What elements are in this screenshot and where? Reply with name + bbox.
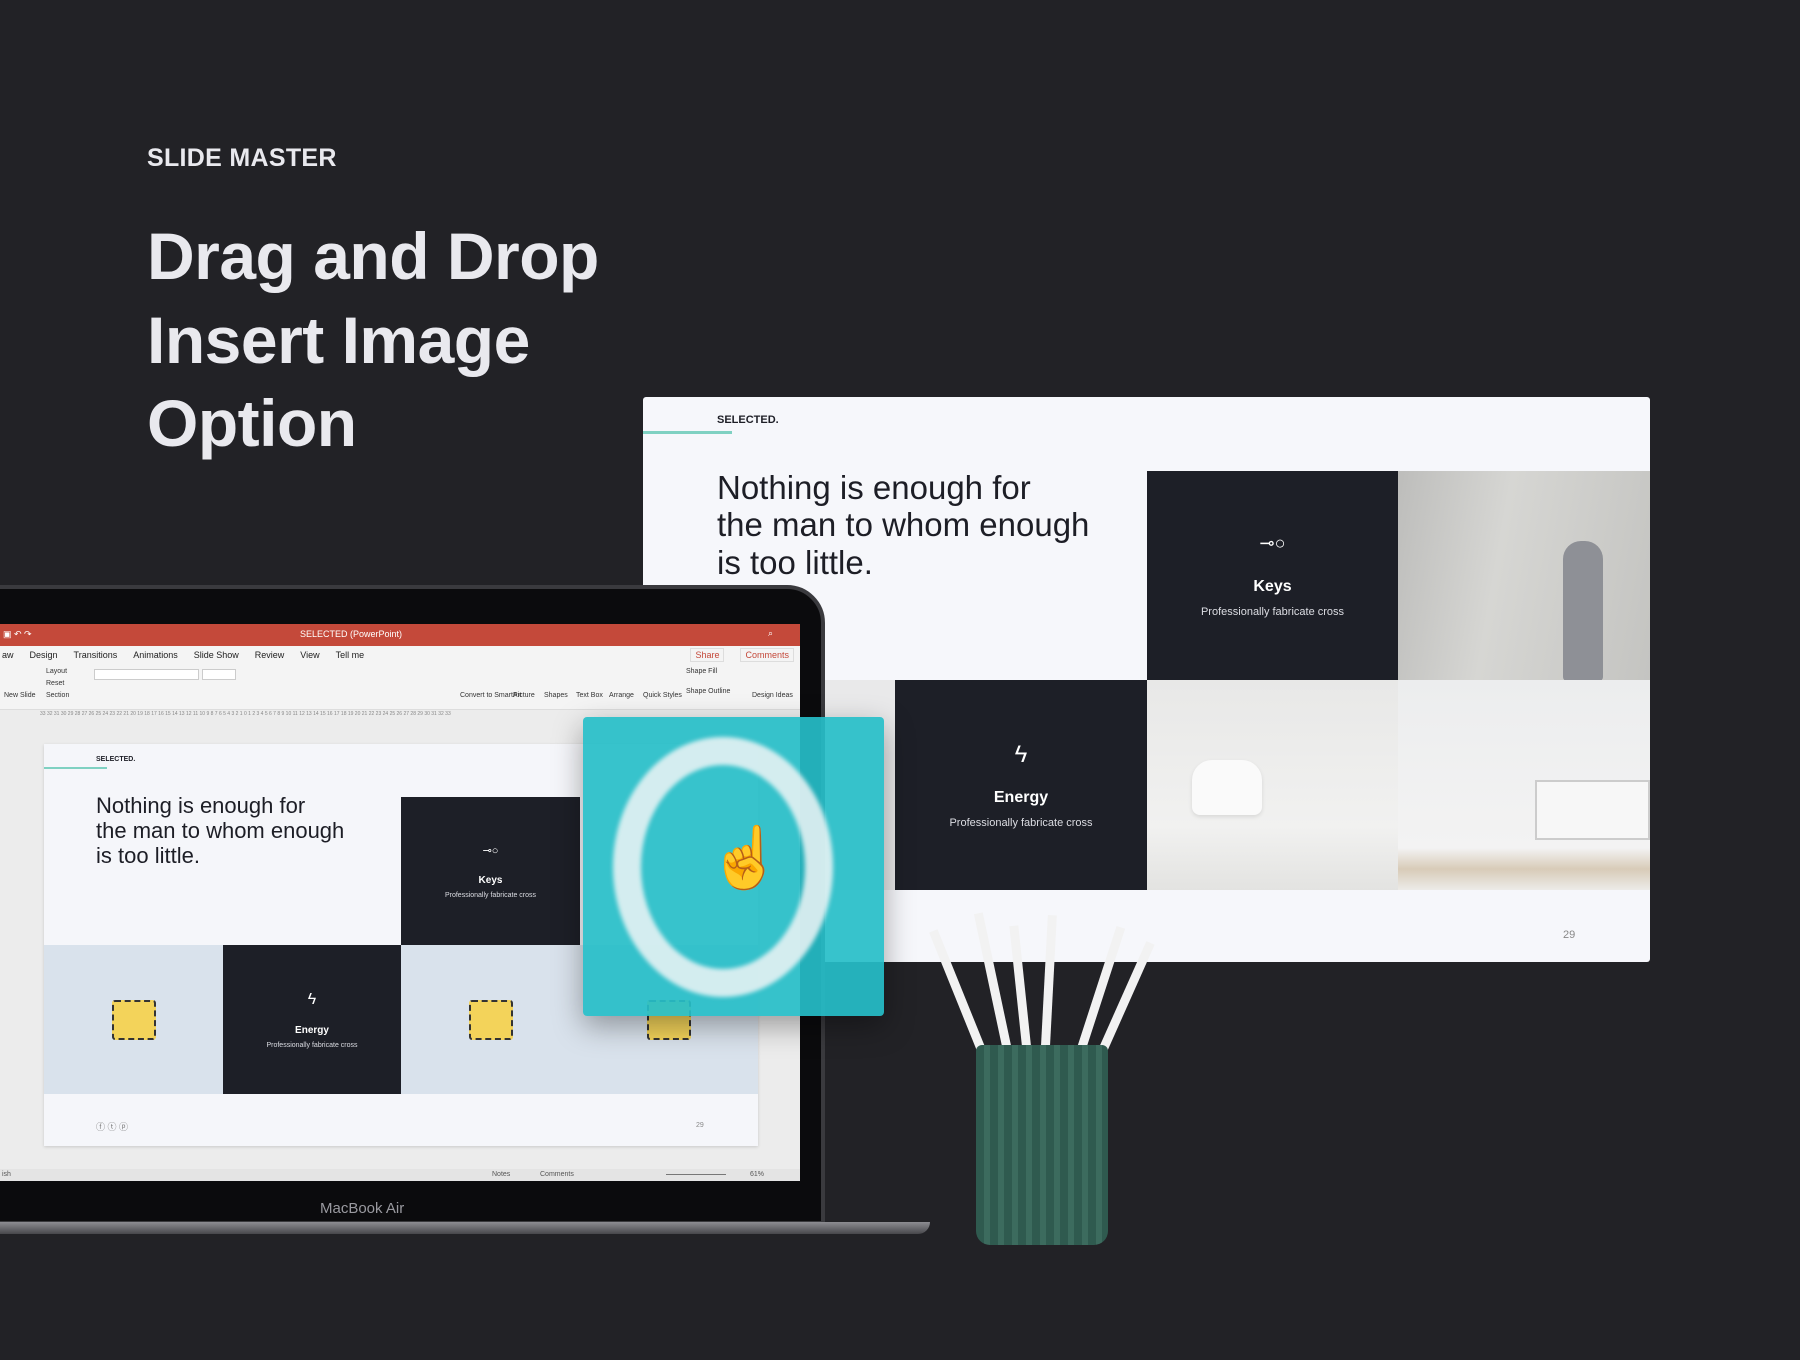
design-ideas-button[interactable]: Design Ideas xyxy=(752,692,793,699)
tab-transitions[interactable]: Transitions xyxy=(74,650,118,660)
pencil-cup xyxy=(976,1045,1108,1245)
hand-pointer-icon: ☝ xyxy=(708,824,783,891)
card-subtitle: Professionally fabricate cross xyxy=(949,817,1093,829)
search-icon[interactable]: ⌕ xyxy=(768,628,773,639)
photo-chair xyxy=(1147,680,1398,890)
photo-woman xyxy=(1398,471,1650,681)
notes-button[interactable]: Notes xyxy=(492,1171,510,1178)
save-icon[interactable]: ▣ ↶ ↷ xyxy=(3,629,32,640)
ribbon-tabs: aw Design Transitions Animations Slide S… xyxy=(0,646,800,664)
photo-shelf xyxy=(1398,680,1650,890)
status-bar: ish Notes Comments 61% xyxy=(0,1169,800,1181)
slide-tag: SELECTED. xyxy=(96,756,136,763)
tab-draw[interactable]: aw xyxy=(2,650,14,660)
quote-line: is too little. xyxy=(96,842,200,868)
window-title: SELECTED (PowerPoint) xyxy=(300,629,403,639)
section-button[interactable]: Section xyxy=(46,692,69,699)
font-select[interactable] xyxy=(94,669,199,680)
headline-line-2: Insert Image xyxy=(147,303,530,377)
headline-line-3: Option xyxy=(147,386,357,460)
card-subtitle: Professionally fabricate cross xyxy=(1200,606,1345,618)
card-energy: ϟ Energy Professionally fabricate cross xyxy=(895,680,1147,890)
slide-quote: Nothing is enough for the man to whom en… xyxy=(717,469,1089,581)
social-icons: ⓕ ⓣ ⓟ xyxy=(96,1122,129,1132)
image-placeholder-icon xyxy=(111,999,156,1040)
language-status: ish xyxy=(2,1171,11,1178)
quote-line: is too little. xyxy=(717,543,873,581)
shapes-button[interactable]: Shapes xyxy=(544,692,568,699)
title-bar: ▣ ↶ ↷ SELECTED (PowerPoint) ⌕ xyxy=(0,624,800,646)
card-title: Energy xyxy=(295,1024,329,1036)
lightning-icon: ϟ xyxy=(1014,741,1028,768)
zoom-slider[interactable] xyxy=(666,1174,726,1175)
card-subtitle: Professionally fabricate cross xyxy=(444,891,537,899)
card-title: Keys xyxy=(478,874,503,886)
page-number: 29 xyxy=(696,1122,704,1129)
image-placeholder-icon xyxy=(468,999,513,1040)
picture-button[interactable]: Picture xyxy=(513,692,535,699)
key-icon: ⊸○ xyxy=(482,844,499,857)
reset-button[interactable]: Reset xyxy=(46,680,64,687)
quote-line: Nothing is enough for xyxy=(717,469,1031,506)
quick-styles-button[interactable]: Quick Styles xyxy=(643,692,682,699)
shape-outline-button[interactable]: Shape Outline xyxy=(686,688,730,695)
image-placeholder[interactable] xyxy=(44,945,223,1094)
card-keys: ⊸○ Keys Professionally fabricate cross xyxy=(401,797,580,945)
new-slide-button[interactable]: New Slide xyxy=(4,692,36,699)
share-button[interactable]: Share xyxy=(690,648,725,662)
accent-bar xyxy=(44,767,107,769)
comments-button[interactable]: Comments xyxy=(740,648,794,662)
tab-view[interactable]: View xyxy=(300,650,319,660)
card-subtitle: Professionally fabricate cross xyxy=(266,1041,358,1049)
accent-bar xyxy=(643,431,732,434)
comments-status-button[interactable]: Comments xyxy=(540,1171,574,1178)
card-title: Keys xyxy=(1253,578,1292,595)
card-keys: ⊸○ Keys Professionally fabricate cross xyxy=(1147,471,1398,680)
layout-button[interactable]: Layout xyxy=(46,668,67,675)
quote-line: the man to whom enough xyxy=(717,506,1090,544)
lightning-icon: ϟ xyxy=(307,990,317,1008)
tab-slide-show[interactable]: Slide Show xyxy=(194,650,239,660)
eyebrow-label: SLIDE MASTER xyxy=(147,144,337,172)
tab-animations[interactable]: Animations xyxy=(133,650,178,660)
image-placeholder[interactable] xyxy=(401,945,580,1094)
tab-review[interactable]: Review xyxy=(255,650,285,660)
quote-line: the man to whom enough xyxy=(96,817,345,843)
key-icon: ⊸○ xyxy=(1259,533,1286,553)
tell-me[interactable]: Tell me xyxy=(336,650,365,660)
slide-tag: SELECTED. xyxy=(717,414,779,426)
card-energy: ϟ Energy Professionally fabricate cross xyxy=(223,945,401,1094)
shape-fill-button[interactable]: Shape Fill xyxy=(686,668,717,675)
page-number: 29 xyxy=(1563,929,1576,941)
laptop-base xyxy=(0,1222,930,1234)
slide-quote: Nothing is enough for the man to whom en… xyxy=(96,793,345,869)
ribbon: New Slide Layout Reset Section Convert t… xyxy=(0,664,800,710)
quote-line: Nothing is enough for xyxy=(96,793,306,818)
tab-design[interactable]: Design xyxy=(30,650,58,660)
font-size-select[interactable] xyxy=(202,669,236,680)
card-title: Energy xyxy=(993,789,1049,806)
headline-line-1: Drag and Drop xyxy=(147,219,599,293)
dragged-image[interactable]: ☝ xyxy=(583,717,884,1016)
device-brand: MacBook Air xyxy=(320,1200,405,1217)
arrange-button[interactable]: Arrange xyxy=(609,692,634,699)
text-box-button[interactable]: Text Box xyxy=(576,692,603,699)
zoom-level: 61% xyxy=(750,1171,765,1178)
